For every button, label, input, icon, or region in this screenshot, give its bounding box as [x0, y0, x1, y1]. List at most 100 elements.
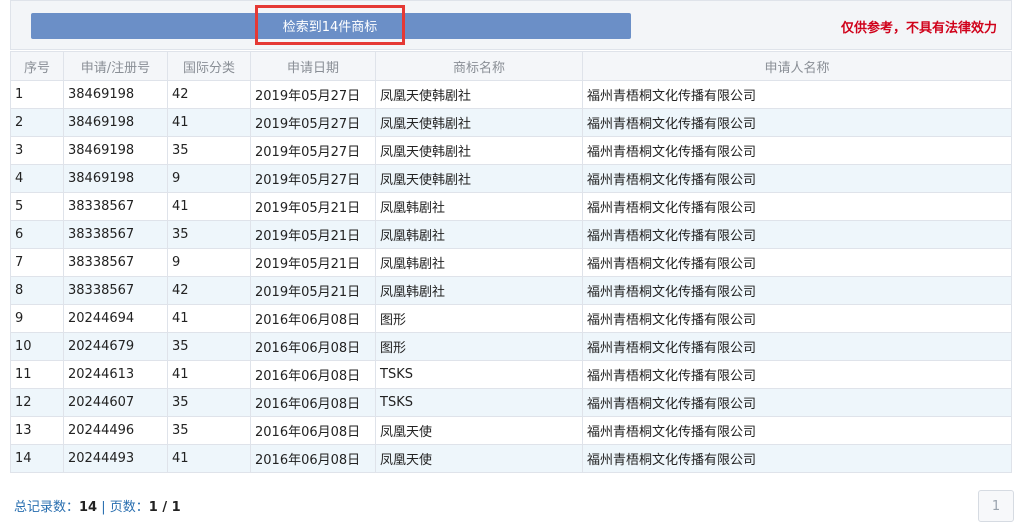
trademark-name-link[interactable]: 凤凰韩剧社 — [375, 192, 583, 221]
disclaimer-text: 仅供参考，不具有法律效力 — [840, 21, 997, 36]
row-index: 4 — [10, 164, 64, 193]
class-cell: 42 — [167, 80, 251, 109]
table-row: 4 38469198 9 2019年05月27日 凤凰天使韩剧社 福州青梧桐文化传播有限公… — [10, 164, 1012, 193]
applicant-name-cell: 福州青梧桐文化传播有限公司 — [582, 388, 1012, 417]
table-row: 11 20244613 41 2016年06月08日 TSKS 福州青梧桐文化传播有限公司 — [10, 360, 1012, 389]
application-date-cell: 2019年05月21日 — [250, 248, 376, 277]
applicant-name-cell: 福州青梧桐文化传播有限公司 — [582, 220, 1012, 249]
class-cell: 35 — [167, 136, 251, 165]
table-row: 7 38338567 9 2019年05月21日 凤凰韩剧社 福州青梧桐文化传播有限公司 — [10, 248, 1012, 277]
column-header-class: 国际分类 — [167, 51, 251, 81]
applicant-name-cell: 福州青梧桐文化传播有限公司 — [582, 304, 1012, 333]
pages-value: 1 / 1 — [148, 500, 181, 515]
registration-number-link[interactable]: 38338567 — [63, 220, 168, 249]
row-index: 9 — [10, 304, 64, 333]
registration-number-link[interactable]: 20244496 — [63, 416, 168, 445]
application-date-cell: 2019年05月21日 — [250, 192, 376, 221]
trademark-name-link[interactable]: TSKS — [375, 360, 583, 389]
row-index: 11 — [10, 360, 64, 389]
class-cell: 42 — [167, 276, 251, 305]
class-cell: 41 — [167, 360, 251, 389]
registration-number-link[interactable]: 38338567 — [63, 192, 168, 221]
column-header-reg-number: 申请/注册号 — [63, 51, 168, 81]
table-row: 14 20244493 41 2016年06月08日 凤凰天使 福州青梧桐文化传播有限公司 — [10, 444, 1012, 473]
registration-number-link[interactable]: 38338567 — [63, 248, 168, 277]
registration-number-link[interactable]: 38338567 — [63, 276, 168, 305]
registration-number-link[interactable]: 38469198 — [63, 164, 168, 193]
applicant-name-cell: 福州青梧桐文化传播有限公司 — [582, 80, 1012, 109]
row-index: 14 — [10, 444, 64, 473]
pagination-summary: 总记录数：14 | 页数：1 / 1 — [14, 496, 181, 515]
class-cell: 41 — [167, 192, 251, 221]
application-date-cell: 2019年05月27日 — [250, 136, 376, 165]
table-header-row: 序号 申请/注册号 国际分类 申请日期 商标名称 申请人名称 — [10, 51, 1012, 81]
trademark-name-link[interactable]: 凤凰天使韩剧社 — [375, 108, 583, 137]
column-header-index: 序号 — [10, 51, 64, 81]
application-date-cell: 2019年05月27日 — [250, 80, 376, 109]
trademark-name-link[interactable]: 凤凰韩剧社 — [375, 248, 583, 277]
trademark-name-link[interactable]: 凤凰韩剧社 — [375, 276, 583, 305]
applicant-name-cell: 福州青梧桐文化传播有限公司 — [582, 416, 1012, 445]
application-date-cell: 2016年06月08日 — [250, 416, 376, 445]
row-index: 5 — [10, 192, 64, 221]
row-index: 1 — [10, 80, 64, 109]
trademark-name-link[interactable]: TSKS — [375, 388, 583, 417]
trademark-name-link[interactable]: 凤凰韩剧社 — [375, 220, 583, 249]
applicant-name-cell: 福州青梧桐文化传播有限公司 — [582, 192, 1012, 221]
applicant-name-cell: 福州青梧桐文化传播有限公司 — [582, 444, 1012, 473]
application-date-cell: 2019年05月21日 — [250, 220, 376, 249]
row-index: 2 — [10, 108, 64, 137]
registration-number-link[interactable]: 20244679 — [63, 332, 168, 361]
row-index: 6 — [10, 220, 64, 249]
class-cell: 41 — [167, 304, 251, 333]
application-date-cell: 2019年05月21日 — [250, 276, 376, 305]
table-row: 13 20244496 35 2016年06月08日 凤凰天使 福州青梧桐文化传播有限公司 — [10, 416, 1012, 445]
pages-label: 页数： — [109, 500, 149, 515]
table-row: 10 20244679 35 2016年06月08日 图形 福州青梧桐文化传播有限公司 — [10, 332, 1012, 361]
row-index: 3 — [10, 136, 64, 165]
total-records-value: 14 — [79, 500, 98, 515]
application-date-cell: 2016年06月08日 — [250, 332, 376, 361]
trademark-name-link[interactable]: 凤凰天使 — [375, 416, 583, 445]
registration-number-link[interactable]: 20244613 — [63, 360, 168, 389]
table-row: 6 38338567 35 2019年05月21日 凤凰韩剧社 福州青梧桐文化传播有限公司 — [10, 220, 1012, 249]
applicant-name-cell: 福州青梧桐文化传播有限公司 — [582, 136, 1012, 165]
trademark-name-link[interactable]: 图形 — [375, 332, 583, 361]
applicant-name-cell: 福州青梧桐文化传播有限公司 — [582, 276, 1012, 305]
table-row: 8 38338567 42 2019年05月21日 凤凰韩剧社 福州青梧桐文化传播有限公司 — [10, 276, 1012, 305]
page-button-1[interactable]: 1 — [978, 490, 1014, 522]
table-row: 1 38469198 42 2019年05月27日 凤凰天使韩剧社 福州青梧桐文化传播有限… — [10, 80, 1012, 109]
application-date-cell: 2016年06月08日 — [250, 304, 376, 333]
applicant-name-cell: 福州青梧桐文化传播有限公司 — [582, 248, 1012, 277]
registration-number-link[interactable]: 38469198 — [63, 136, 168, 165]
trademark-name-link[interactable]: 凤凰天使 — [375, 444, 583, 473]
registration-number-link[interactable]: 38469198 — [63, 80, 168, 109]
trademark-results-table: 序号 申请/注册号 国际分类 申请日期 商标名称 申请人名称 1 38469198… — [10, 51, 1012, 473]
class-cell: 9 — [167, 164, 251, 193]
row-index: 10 — [10, 332, 64, 361]
class-cell: 9 — [167, 248, 251, 277]
applicant-name-cell: 福州青梧桐文化传播有限公司 — [582, 360, 1012, 389]
trademark-name-link[interactable]: 凤凰天使韩剧社 — [375, 136, 583, 165]
trademark-name-link[interactable]: 凤凰天使韩剧社 — [375, 80, 583, 109]
registration-number-link[interactable]: 38469198 — [63, 108, 168, 137]
class-cell: 35 — [167, 388, 251, 417]
application-date-cell: 2016年06月08日 — [250, 388, 376, 417]
table-row: 3 38469198 35 2019年05月27日 凤凰天使韩剧社 福州青梧桐文化传播有限… — [10, 136, 1012, 165]
trademark-name-link[interactable]: 凤凰天使韩剧社 — [375, 164, 583, 193]
result-count-label: 检索到14件商标 — [255, 5, 405, 45]
trademark-name-link[interactable]: 图形 — [375, 304, 583, 333]
column-header-date: 申请日期 — [250, 51, 376, 81]
row-index: 7 — [10, 248, 64, 277]
table-row: 2 38469198 41 2019年05月27日 凤凰天使韩剧社 福州青梧桐文化传播有限… — [10, 108, 1012, 137]
registration-number-link[interactable]: 20244694 — [63, 304, 168, 333]
registration-number-link[interactable]: 20244607 — [63, 388, 168, 417]
total-records-label: 总记录数： — [14, 500, 80, 515]
row-index: 12 — [10, 388, 64, 417]
row-index: 13 — [10, 416, 64, 445]
applicant-name-cell: 福州青梧桐文化传播有限公司 — [582, 332, 1012, 361]
class-cell: 41 — [167, 444, 251, 473]
application-date-cell: 2016年06月08日 — [250, 360, 376, 389]
class-cell: 35 — [167, 220, 251, 249]
registration-number-link[interactable]: 20244493 — [63, 444, 168, 473]
